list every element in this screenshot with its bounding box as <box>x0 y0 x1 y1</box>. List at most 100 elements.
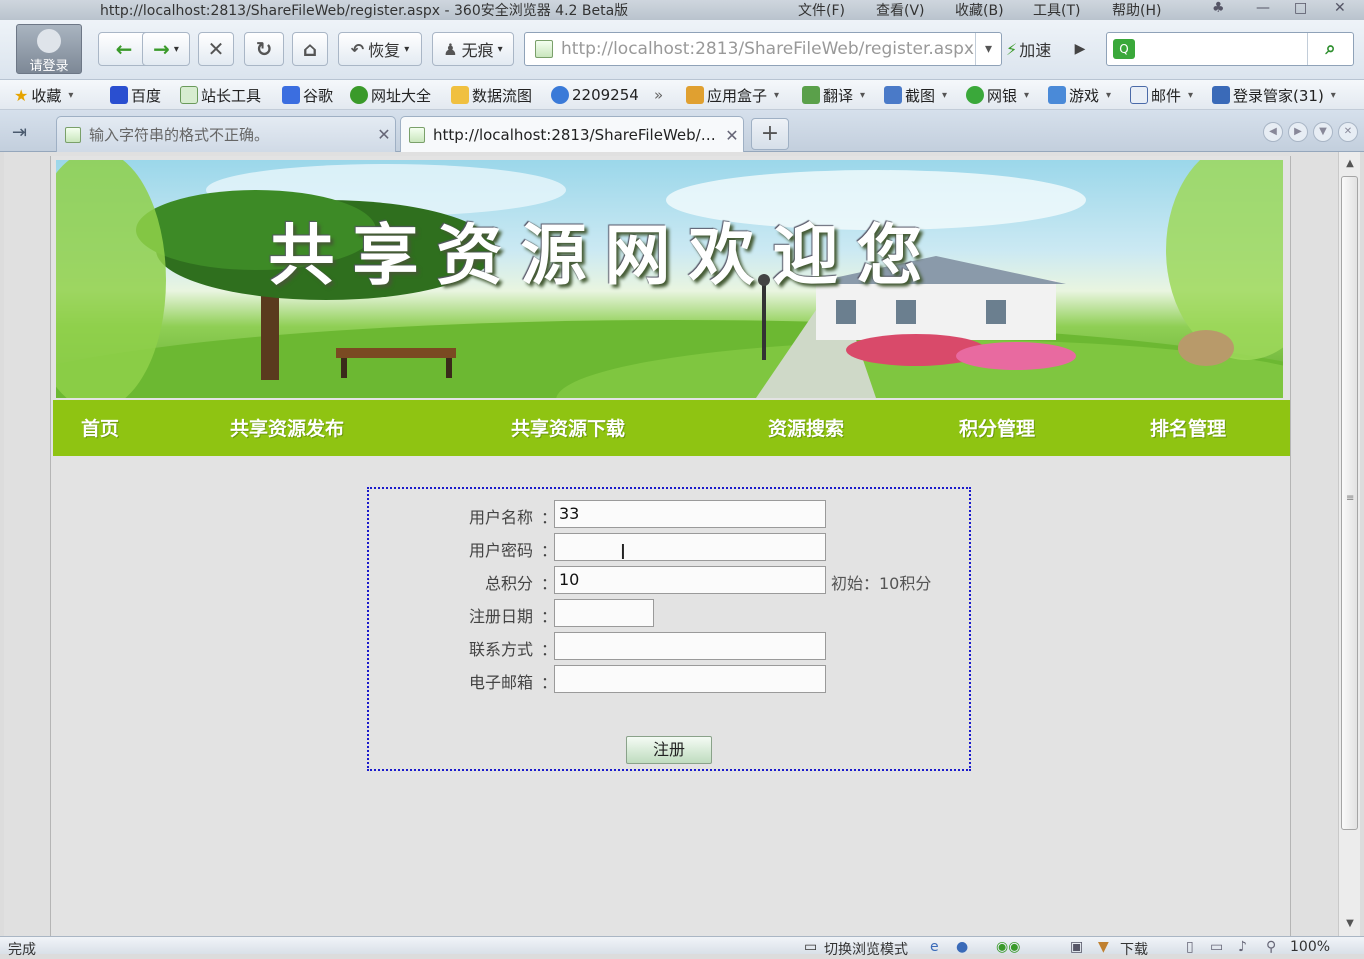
download-label[interactable]: 下载 <box>1120 939 1148 959</box>
forward-button[interactable]: → ▾ <box>142 32 190 66</box>
tab-list-icon[interactable]: ▼ <box>1313 122 1333 142</box>
phone-icon[interactable]: ▯ <box>1186 939 1194 955</box>
vertical-scrollbar[interactable]: ▲ ≡ ▼ <box>1338 152 1360 936</box>
favorite-label: 2209254 <box>572 86 639 104</box>
folder-icon <box>451 86 469 104</box>
bank-icon <box>966 86 984 104</box>
nav-points[interactable]: 积分管理 <box>959 414 1035 441</box>
favorite-item[interactable]: 邮件 ▾ <box>1130 83 1193 107</box>
nav-home[interactable]: 首页 <box>81 414 119 441</box>
password-input[interactable] <box>554 533 826 561</box>
tab-error[interactable]: 输入字符串的格式不正确。 ✕ <box>56 116 396 152</box>
menu-favorites[interactable]: 收藏(B) <box>955 0 1004 20</box>
favorite-item[interactable]: 翻译 ▾ <box>802 83 865 107</box>
menu-file[interactable]: 文件(F) <box>798 0 845 20</box>
scroll-thumb[interactable]: ≡ <box>1341 176 1358 830</box>
close-window-icon[interactable]: ✕ <box>1334 0 1346 16</box>
favorite-label: 数据流图 <box>472 86 533 105</box>
user-avatar-icon <box>37 29 61 53</box>
username-input[interactable]: 33 <box>554 500 826 528</box>
home-button[interactable]: ⌂ <box>292 32 328 66</box>
switch-mode-label[interactable]: 切换浏览模式 <box>824 939 908 959</box>
tab-close-all-icon[interactable]: ✕ <box>1338 122 1358 142</box>
favorites-collect[interactable]: ★ 收藏 ▾ <box>14 83 73 107</box>
favorite-item[interactable]: 登录管家(31) ▾ <box>1212 83 1336 107</box>
close-tab-icon[interactable]: ✕ <box>721 126 743 145</box>
scroll-up-icon[interactable]: ▲ <box>1339 154 1361 174</box>
nav-ranking[interactable]: 排名管理 <box>1150 414 1226 441</box>
refresh-icon: ↻ <box>255 37 273 61</box>
globe-icon[interactable]: ● <box>956 939 968 955</box>
address-dropdown-icon[interactable]: ▾ <box>975 33 1001 65</box>
page-icon <box>65 126 81 143</box>
nav-download[interactable]: 共享资源下载 <box>511 414 625 441</box>
close-tab-icon[interactable]: ✕ <box>373 125 395 144</box>
favorite-item[interactable]: 截图 ▾ <box>884 83 947 107</box>
login-avatar-button[interactable]: 请登录 <box>16 24 82 74</box>
new-tab-button[interactable]: + <box>751 118 789 150</box>
address-url[interactable]: http://localhost:2813/ShareFileWeb/regis… <box>561 39 974 59</box>
star-icon: ★ <box>14 85 29 105</box>
restore-button[interactable]: ↶ 恢复 ▾ <box>338 32 422 66</box>
tab-scroll-left-icon[interactable]: ◀ <box>1263 122 1283 142</box>
register-button[interactable]: 注册 <box>626 736 712 764</box>
login-label: 请登录 <box>29 59 69 74</box>
baidu-icon <box>110 86 128 104</box>
window-titlebar: http://localhost:2813/ShareFileWeb/regis… <box>0 0 1364 20</box>
scroll-down-icon[interactable]: ▼ <box>1339 914 1361 934</box>
speed-button[interactable]: ⚡ 加速 <box>1006 32 1064 66</box>
tab-scroll-right-icon[interactable]: ▶ <box>1288 122 1308 142</box>
zoom-icon[interactable]: ⚲ <box>1266 939 1276 955</box>
refresh-button[interactable]: ↻ <box>244 32 284 66</box>
search-box[interactable]: Q ⌕ <box>1106 32 1354 66</box>
stop-button[interactable]: ✕ <box>198 32 234 66</box>
screenshot-icon <box>884 86 902 104</box>
contact-input[interactable] <box>554 632 826 660</box>
switch-mode-icon[interactable]: ▭ <box>804 939 817 955</box>
register-date-input[interactable] <box>554 599 654 627</box>
menu-help[interactable]: 帮助(H) <box>1112 0 1161 20</box>
register-form: 用户名称 ： 33 用户密码 ： I 总积分 ： 10 初始：10积分 注册日期… <box>367 487 971 771</box>
favorites-bar: ★ 收藏 ▾ 百度 站长工具 谷歌 网址大全 数据流图 2209254 » 应用盒… <box>0 80 1364 110</box>
favorite-item[interactable]: 数据流图 <box>451 83 532 107</box>
favorite-item[interactable]: 网址大全 <box>350 83 431 107</box>
maximize-icon[interactable]: □ <box>1294 0 1307 16</box>
menu-tools[interactable]: 工具(T) <box>1033 0 1080 20</box>
toggle-icon[interactable]: ◉◉ <box>996 939 1020 955</box>
favorite-item[interactable]: 网银 ▾ <box>966 83 1029 107</box>
screen-icon[interactable]: ▭ <box>1210 939 1223 955</box>
favorite-item[interactable]: 百度 <box>110 83 161 107</box>
email-input[interactable] <box>554 665 826 693</box>
window-icon[interactable]: ▣ <box>1070 939 1083 955</box>
zoom-level[interactable]: 100% <box>1290 939 1330 955</box>
window-title: http://localhost:2813/ShareFileWeb/regis… <box>100 3 629 19</box>
favorite-item[interactable]: 站长工具 <box>180 83 261 107</box>
sidebar-toggle-icon[interactable]: ⇥ <box>12 122 27 143</box>
sound-icon[interactable]: ♪ <box>1238 939 1247 955</box>
banner-title: 共享资源网欢迎您 <box>268 216 941 294</box>
minimize-icon[interactable]: — <box>1256 0 1270 16</box>
address-bar[interactable]: http://localhost:2813/ShareFileWeb/regis… <box>524 32 1002 66</box>
go-icon[interactable]: ▶ <box>1068 32 1092 66</box>
menu-view[interactable]: 查看(V) <box>876 0 925 20</box>
more-chevron-icon[interactable]: » <box>654 83 663 107</box>
search-engine-icon[interactable]: Q <box>1113 39 1135 59</box>
favorite-item[interactable]: 2209254 <box>551 83 639 107</box>
favorite-label: 网银 <box>987 86 1018 105</box>
ie-icon[interactable]: e <box>930 939 939 955</box>
site-banner: 共享资源网欢迎您 <box>56 160 1283 398</box>
nav-search[interactable]: 资源搜索 <box>768 414 844 441</box>
incognito-button[interactable]: ♟ 无痕 ▾ <box>432 32 514 66</box>
google-icon <box>282 86 300 104</box>
download-icon[interactable]: ▼ <box>1098 939 1109 955</box>
favorite-item[interactable]: 游戏 ▾ <box>1048 83 1111 107</box>
search-icon[interactable]: ⌕ <box>1307 33 1353 65</box>
favorite-label: 翻译 <box>823 86 854 105</box>
total-points-input[interactable]: 10 <box>554 566 826 594</box>
favorite-label: 截图 <box>905 86 936 105</box>
favorite-item[interactable]: 应用盒子 ▾ <box>686 83 779 107</box>
tab-register[interactable]: http://localhost:2813/ShareFileWeb/regis… <box>400 116 744 153</box>
nav-publish[interactable]: 共享资源发布 <box>230 414 344 441</box>
favorite-item[interactable]: 谷歌 <box>282 83 333 107</box>
skin-icon[interactable]: ♣ <box>1212 0 1225 16</box>
